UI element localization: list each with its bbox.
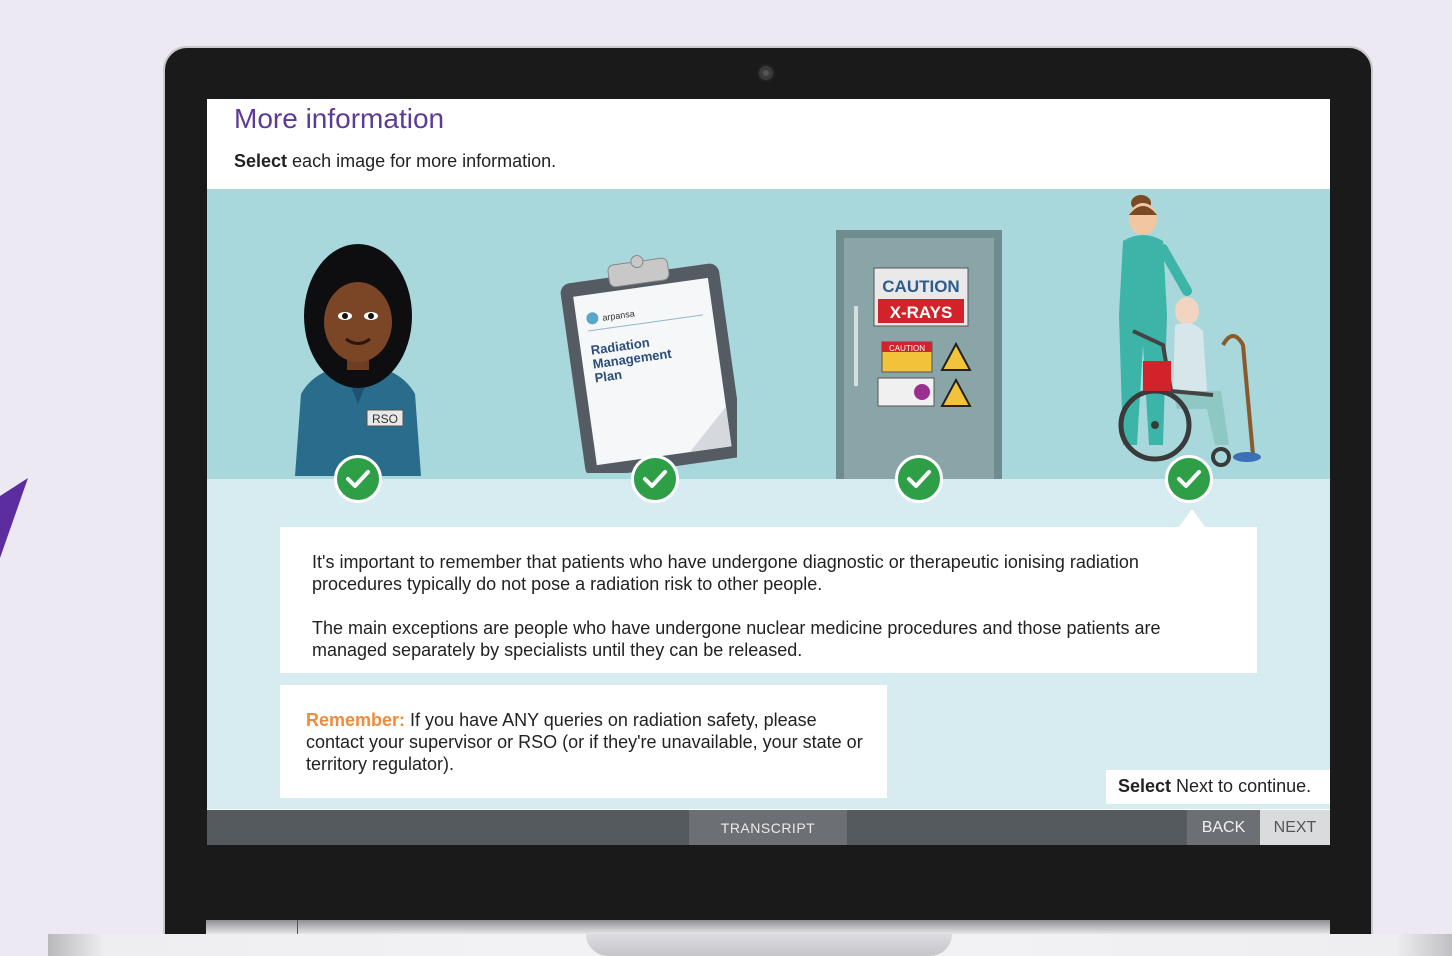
webcam-icon [757, 64, 775, 82]
door-sign-xrays: X-RAYS [890, 303, 953, 322]
page-title: More information [234, 103, 445, 134]
course-screen: More information Select each image for m… [207, 99, 1330, 845]
rso-person-image[interactable]: RSO [285, 244, 431, 479]
info-paragraph-1: It's important to remember that patients… [312, 552, 1139, 594]
next-button[interactable]: NEXT [1260, 810, 1330, 845]
laptop-hinge-mark [297, 920, 298, 934]
wheelchair-check-icon[interactable] [1165, 455, 1213, 503]
sticker-caution-text: CAUTION [889, 344, 925, 353]
remember-label: Remember: [306, 710, 406, 730]
instruction-rest: each image for more information. [287, 151, 557, 171]
nurse-wheelchair-image[interactable] [1103, 195, 1283, 475]
continue-bold: Select [1118, 776, 1172, 796]
continue-prompt: Select Next to continue. [1106, 770, 1330, 804]
info-box-pointer [1179, 509, 1205, 527]
door-check-icon[interactable] [895, 455, 943, 503]
door-sign-caution: CAUTION [882, 277, 959, 296]
radiation-management-plan-image[interactable]: arpansa Radiation Management Plan [559, 251, 737, 473]
info-paragraph-2: The main exceptions are people who have … [312, 618, 1161, 660]
back-button[interactable]: BACK [1187, 810, 1260, 845]
instruction-text: Select each image for more information. [234, 151, 556, 172]
instruction-bold: Select [234, 151, 288, 171]
remember-box: Remember: If you have ANY queries on rad… [280, 685, 887, 798]
xray-door-image[interactable]: CAUTION X-RAYS CAUTION [836, 230, 1002, 479]
decorative-purple-shape [0, 478, 28, 558]
info-box: It's important to remember that patients… [280, 527, 1257, 673]
footer-nav: TRANSCRIPT BACK NEXT [207, 810, 1330, 845]
rso-badge-text: RSO [372, 412, 398, 426]
laptop-base-notch [586, 934, 952, 956]
rso-check-icon[interactable] [334, 455, 382, 503]
plan-check-icon[interactable] [631, 455, 679, 503]
continue-rest: Next to continue. [1171, 776, 1312, 796]
laptop-hinge [206, 920, 1330, 934]
transcript-button[interactable]: TRANSCRIPT [689, 810, 847, 845]
